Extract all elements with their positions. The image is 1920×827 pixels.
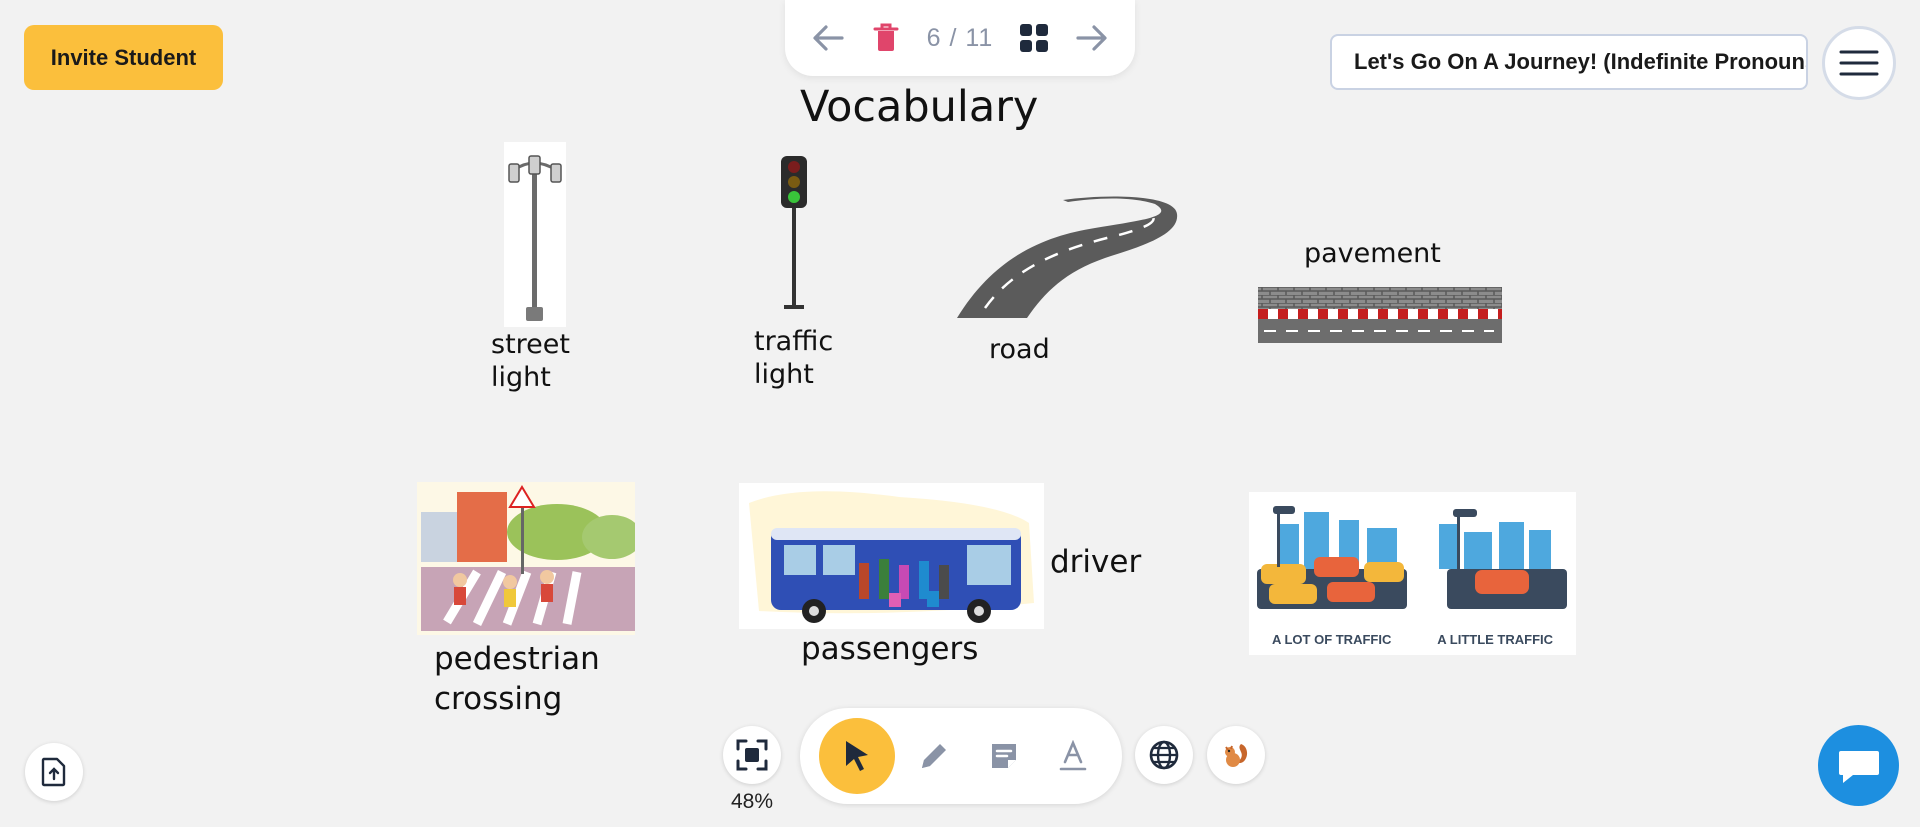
squirrel-icon[interactable]	[1207, 726, 1265, 784]
passengers-bus-image	[739, 483, 1044, 629]
a-lot-of-traffic-caption: A LOT OF TRAFFIC	[1271, 632, 1392, 647]
slide-heading: Vocabulary	[800, 82, 1039, 132]
trash-icon[interactable]	[868, 20, 904, 56]
globe-icon[interactable]	[1135, 726, 1193, 784]
drawing-toolbar	[800, 708, 1122, 804]
a-little-traffic-caption: A LITTLE TRAFFIC	[1437, 632, 1554, 647]
lesson-title[interactable]: Let's Go On A Journey! (Indefinite Prono…	[1330, 34, 1808, 90]
text-icon[interactable]	[1043, 726, 1103, 786]
driver-label: driver	[1050, 544, 1142, 580]
pavement-image	[1258, 287, 1502, 343]
arrow-right-icon[interactable]	[1074, 20, 1110, 56]
street-light-image	[504, 142, 566, 327]
pavement-label: pavement	[1304, 238, 1441, 269]
pedestrian-crossing-label: pedestrian crossing	[434, 641, 600, 718]
road-label: road	[989, 334, 1050, 365]
invite-student-button[interactable]: Invite Student	[24, 25, 223, 90]
grid-icon[interactable]	[1016, 20, 1052, 56]
cursor-icon[interactable]	[818, 718, 895, 794]
street-light-label: street light	[491, 329, 570, 393]
upload-file-icon[interactable]	[25, 743, 83, 801]
hamburger-icon[interactable]	[1822, 26, 1896, 100]
page-counter: 6 / 11	[926, 23, 994, 52]
pencil-icon[interactable]	[904, 726, 964, 786]
chat-icon[interactable]	[1818, 725, 1899, 806]
traffic-light-label: traffic light	[754, 326, 834, 390]
focus-icon[interactable]	[723, 726, 781, 784]
note-icon[interactable]	[974, 726, 1034, 786]
slide-navigator: 6 / 11	[785, 0, 1135, 76]
passengers-label: passengers	[801, 631, 979, 667]
road-image	[955, 196, 1180, 320]
pedestrian-crossing-image	[417, 482, 635, 635]
traffic-light-image	[775, 152, 813, 312]
zoom-level: 48%	[731, 790, 774, 813]
arrow-left-icon[interactable]	[810, 20, 846, 56]
traffic-comparison-image: A LOT OF TRAFFIC A LITTLE TRAFFIC	[1249, 492, 1576, 655]
